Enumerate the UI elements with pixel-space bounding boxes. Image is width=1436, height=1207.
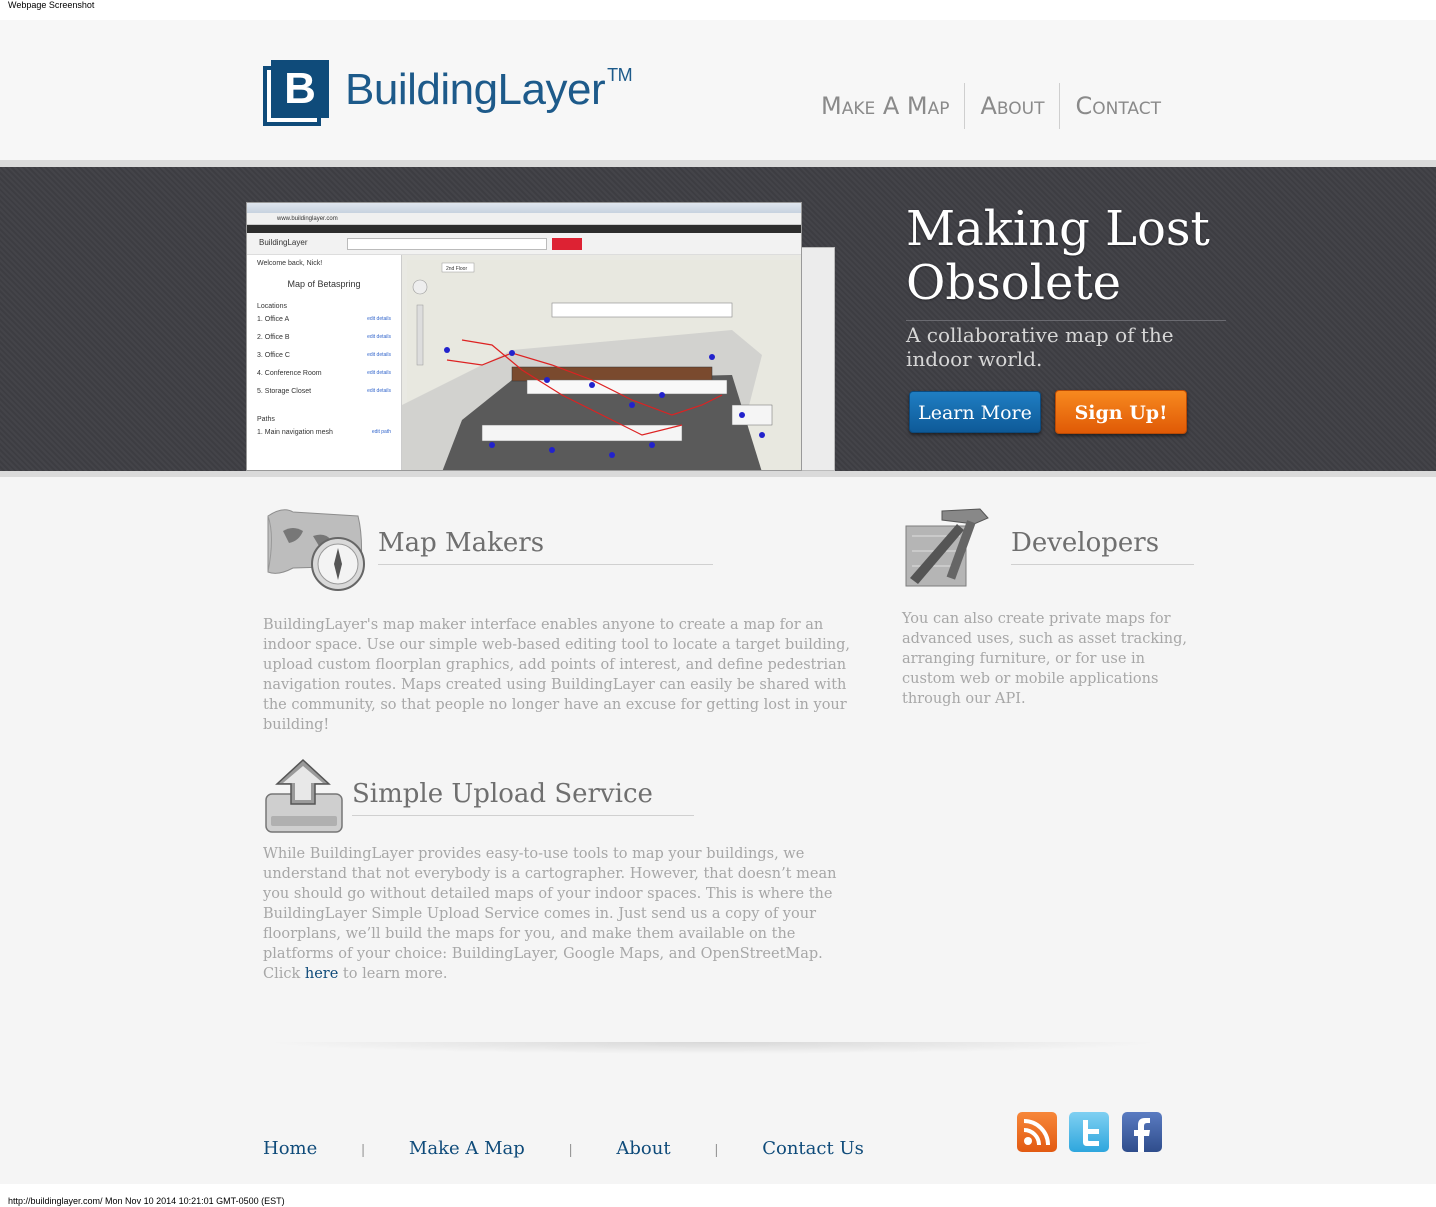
developer-tools-icon (902, 506, 994, 595)
footer-link-contact-us[interactable]: Contact Us (762, 1138, 864, 1159)
svg-text:2nd Floor: 2nd Floor (446, 266, 467, 272)
rss-icon[interactable] (1017, 1112, 1057, 1152)
sign-up-button[interactable]: Sign Up! (1055, 390, 1187, 434)
facebook-icon[interactable] (1122, 1112, 1162, 1152)
screenshot-search-button (552, 238, 582, 250)
footer-separator: | (361, 1140, 365, 1157)
map-makers-title: Map Makers (378, 528, 713, 565)
hero-title: Making Lost Obsolete (906, 201, 1210, 311)
nav-about[interactable]: About (965, 83, 1059, 129)
page: B BuildingLayer TM Make A Map About Conta… (0, 20, 1436, 1184)
footer-nav: Home | Make A Map | About | Contact Us (263, 1138, 864, 1159)
upload-service-text: While BuildingLayer provides easy-to-use… (263, 846, 837, 982)
site-header: B BuildingLayer TM Make A Map About Conta… (0, 20, 1436, 160)
hero-banner: www.buildinglayer.com BuildingLayer Welc… (0, 167, 1436, 471)
twitter-icon[interactable] (1069, 1112, 1109, 1152)
footer-separator: | (568, 1140, 573, 1157)
footer-separator: | (714, 1140, 719, 1157)
header-divider (0, 160, 1436, 167)
nav-contact[interactable]: Contact (1060, 83, 1176, 129)
logo-text: BuildingLayer TM (345, 65, 633, 114)
screenshot-brand: BuildingLayer (259, 238, 308, 247)
screenshot-search (347, 238, 547, 250)
hero-divider (0, 471, 1436, 477)
screenshot-address-bar: www.buildinglayer.com (247, 213, 801, 225)
hero-subtitle: A collaborative map of the indoor world. (906, 320, 1226, 371)
logo-tm: TM (607, 65, 633, 85)
learn-more-link[interactable]: here (305, 966, 338, 982)
logo[interactable]: B BuildingLayer TM (263, 60, 633, 126)
footer-link-about[interactable]: About (616, 1138, 670, 1159)
app-screenshot: www.buildinglayer.com BuildingLayer Welc… (246, 202, 802, 471)
footer-link-home[interactable]: Home (263, 1138, 317, 1159)
upload-service-title: Simple Upload Service (352, 779, 694, 816)
screenshot-sidebar: Welcome back, Nick! Map of Betaspring Lo… (247, 255, 402, 470)
nav-make-a-map[interactable]: Make A Map (806, 83, 965, 129)
learn-more-button[interactable]: Learn More (909, 391, 1041, 433)
print-header: Webpage Screenshot (8, 0, 95, 10)
developers-text: You can also create private maps for adv… (902, 611, 1187, 707)
print-footer: http://buildinglayer.com/ Mon Nov 10 201… (8, 1196, 285, 1206)
developers-title: Developers (1011, 528, 1194, 565)
footer-divider (263, 1042, 1163, 1054)
map-compass-icon (263, 506, 373, 597)
screenshot-3d-map: 2nd Floor (402, 255, 801, 470)
map-makers-text: BuildingLayer's map maker interface enab… (263, 617, 851, 733)
footer-link-make-a-map[interactable]: Make A Map (409, 1138, 525, 1159)
upload-drive-icon (263, 756, 345, 841)
main-nav: Make A Map About Contact (806, 83, 1176, 129)
logo-mark-icon: B (263, 60, 329, 126)
